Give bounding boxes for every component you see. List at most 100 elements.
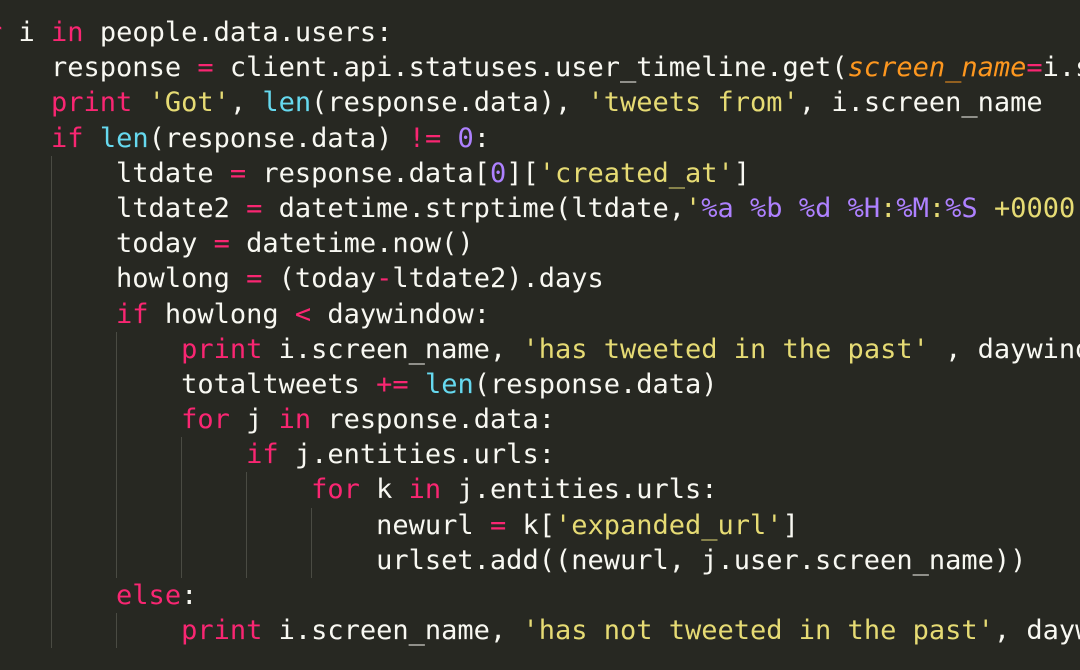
code-editor[interactable]: r i in people.data.users: response = cli… [0, 0, 1080, 670]
code-token: , [229, 87, 263, 119]
code-token: = [213, 228, 230, 260]
code-token: = [246, 192, 263, 224]
indentation [0, 52, 51, 83]
code-token: for [181, 404, 230, 436]
code-token: (response.data), [311, 87, 588, 119]
code-token: 'has not tweeted in the past' [522, 615, 994, 647]
indent-guide [51, 366, 53, 403]
code-token: len [99, 122, 149, 154]
code-line[interactable]: ltdate = response.data[0]['created_at'] [0, 155, 1080, 191]
indent-guide [116, 507, 118, 543]
code-token: != [408, 122, 442, 154]
indent-guide [51, 261, 53, 297]
indentation [0, 510, 376, 541]
code-token: = [1026, 52, 1043, 84]
indent-guide [116, 437, 118, 473]
indent-guide [51, 613, 53, 649]
code-token: < [294, 298, 312, 330]
code-line[interactable]: if len(response.data) != 0: [0, 121, 1080, 156]
code-line[interactable]: r i in people.data.users: [0, 15, 1080, 50]
indent-guide [51, 155, 53, 191]
code-token: ltdate2 [116, 192, 247, 224]
code-line[interactable]: print i.screen_name, 'has not tweeted in… [0, 613, 1080, 649]
code-line[interactable]: print 'Got', len(response.data), 'tweets… [0, 85, 1080, 120]
code-token: k[ [506, 509, 555, 541]
code-token: j [229, 404, 279, 436]
code-token: for [311, 474, 360, 506]
code-token: if [116, 298, 149, 330]
code-token: len [424, 368, 474, 400]
indentation [0, 263, 116, 294]
code-token: 'has tweeted in the past' [522, 333, 929, 365]
code-token: : [473, 122, 490, 154]
code-line[interactable]: print i.screen_name, 'has tweeted in the… [0, 331, 1080, 367]
indent-guide [311, 542, 313, 578]
code-token: client.api.statuses.user_timeline.get( [213, 52, 848, 84]
code-token: , daywind [928, 333, 1080, 365]
code-token: j.entities.urls: [441, 474, 718, 506]
indentation [0, 334, 181, 365]
code-token: : [928, 192, 946, 224]
indentation [0, 615, 181, 646]
code-token: print [181, 615, 263, 647]
indentation [0, 123, 51, 154]
code-token: , i.screen_name [798, 87, 1043, 119]
code-token: %d [798, 192, 832, 224]
code-token: (response.data) [148, 122, 409, 154]
indent-guide [116, 402, 118, 438]
code-token: ] [782, 509, 799, 541]
indent-guide [51, 472, 53, 508]
code-token: += [376, 368, 409, 400]
indent-guide [51, 296, 53, 332]
code-line[interactable]: today = datetime.now() [0, 226, 1080, 262]
code-token: 'tweets from' [587, 87, 799, 119]
code-token: %a [701, 192, 734, 224]
code-line[interactable]: response = client.api.statuses.user_time… [0, 50, 1080, 85]
code-line[interactable]: for k in j.entities.urls: [0, 472, 1080, 508]
code-token: daywindow: [311, 298, 490, 330]
code-line[interactable]: totaltweets += len(response.data) [0, 366, 1080, 403]
indent-guide [246, 542, 248, 578]
indent-guide [116, 366, 118, 403]
code-token: 0 [489, 157, 507, 189]
indentation [0, 158, 116, 189]
code-token: print [181, 333, 263, 365]
code-area[interactable]: r i in people.data.users: response = cli… [0, 15, 1080, 649]
code-token: len [262, 87, 312, 119]
code-token: response.data: [311, 404, 555, 436]
indent-guide [51, 542, 53, 578]
code-token: 'expanded_url' [554, 509, 783, 541]
code-token: else [116, 580, 182, 611]
code-line[interactable]: for j in response.data: [0, 402, 1080, 438]
code-line[interactable]: if howlong < daywindow: [0, 296, 1080, 332]
code-token: %M [896, 192, 929, 224]
code-token: = [229, 157, 247, 189]
code-token: 0 [457, 122, 474, 154]
code-line[interactable]: if j.entities.urls: [0, 437, 1080, 473]
code-line[interactable]: howlong = (today-ltdate2).days [0, 261, 1080, 297]
code-token: = [246, 263, 263, 295]
code-token: ltdate2).days [392, 263, 604, 295]
code-token: if [246, 439, 279, 471]
code-token: k [359, 474, 409, 506]
indent-guide [311, 507, 313, 543]
code-line[interactable]: urlset.add((newurl, j.user.screen_name)) [0, 542, 1080, 578]
code-line[interactable]: newurl = k['expanded_url'] [0, 507, 1080, 543]
code-token: i.screen_name, [262, 333, 523, 365]
code-token: ][ [506, 157, 539, 189]
code-line[interactable]: else: [0, 578, 1080, 614]
code-token: in [408, 474, 442, 506]
indent-guide [246, 472, 248, 508]
code-line[interactable]: ltdate2 = datetime.strptime(ltdate,'%a %… [0, 190, 1080, 227]
code-token: (response.data) [473, 368, 718, 400]
indent-guide [246, 507, 248, 543]
code-token: 'Got' [148, 87, 230, 119]
indent-guide [116, 613, 118, 649]
indentation [0, 87, 51, 118]
indentation [0, 228, 116, 259]
code-token: print [51, 87, 133, 119]
